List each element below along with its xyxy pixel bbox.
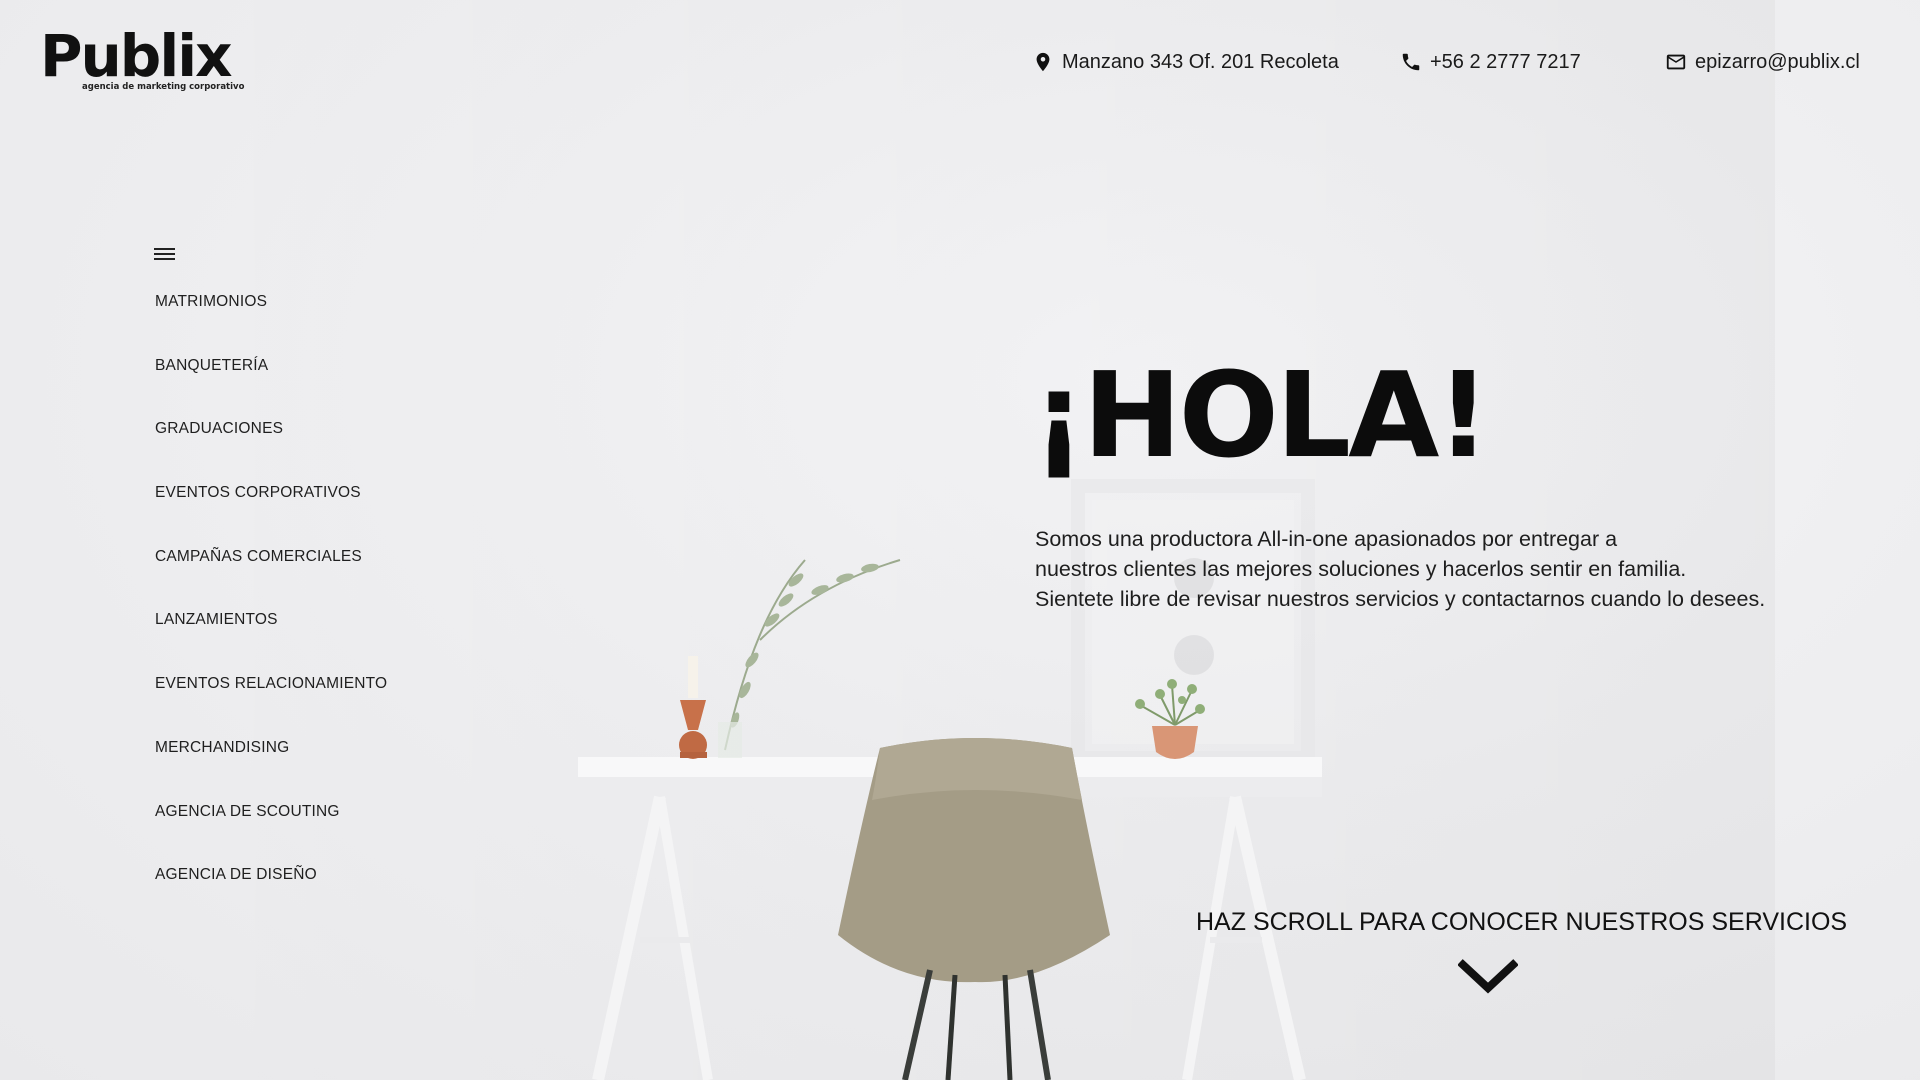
- brand-logo[interactable]: Publix agencia de marketing corporativo: [40, 24, 244, 94]
- header-phone-text[interactable]: +56 2 2777 7217: [1430, 51, 1581, 74]
- menu-item-graduaciones[interactable]: GRADUACIONES: [155, 420, 387, 484]
- chevron-down-icon[interactable]: [1458, 958, 1518, 994]
- candle-holder: [679, 656, 707, 759]
- menu-item-campanas-comerciales[interactable]: CAMPAÑAS COMERCIALES: [155, 548, 387, 612]
- menu-item-merchandising[interactable]: MERCHANDISING: [155, 739, 387, 803]
- menu-item-eventos-relacionamiento[interactable]: EVENTOS RELACIONAMIENTO: [155, 675, 387, 739]
- header-email-text[interactable]: epizarro@publix.cl: [1695, 51, 1860, 74]
- menu-item-lanzamientos[interactable]: LANZAMIENTOS: [155, 611, 387, 675]
- menu-item-agencia-de-diseno[interactable]: AGENCIA DE DISEÑO: [155, 866, 387, 930]
- hero-description-line: nuestros clientes las mejores soluciones…: [1035, 557, 1687, 581]
- header-email[interactable]: epizarro@publix.cl: [1665, 48, 1860, 76]
- hero-description: Somos una productora All-in-one apasiona…: [1035, 524, 1795, 614]
- menu-item-eventos-corporativos[interactable]: EVENTOS CORPORATIVOS: [155, 484, 387, 548]
- brand-logo-wordmark: Publix: [40, 22, 232, 90]
- hamburger-menu-icon[interactable]: [154, 245, 176, 263]
- map-pin-icon: [1036, 52, 1050, 72]
- hero-description-line: Somos una productora All-in-one apasiona…: [1035, 527, 1618, 551]
- menu-item-matrimonios[interactable]: MATRIMONIOS: [155, 293, 387, 357]
- hero-title: ¡HOLA!: [1032, 346, 1490, 484]
- header-phone[interactable]: +56 2 2777 7217: [1400, 48, 1581, 76]
- hero-description-line: Sientete libre de revisar nuestros servi…: [1035, 587, 1766, 611]
- plant-branch: [718, 559, 901, 758]
- header-address-text: Manzano 343 Of. 201 Recoleta: [1062, 50, 1339, 73]
- menu-item-banqueteria[interactable]: BANQUETERÍA: [155, 357, 387, 421]
- phone-icon: [1402, 53, 1420, 71]
- side-navigation: MATRIMONIOS BANQUETERÍA GRADUACIONES EVE…: [155, 293, 387, 930]
- menu-item-agencia-de-scouting[interactable]: AGENCIA DE SCOUTING: [155, 803, 387, 867]
- scroll-cta-label[interactable]: HAZ SCROLL PARA CONOCER NUESTROS SERVICI…: [1196, 908, 1847, 937]
- brand-logo-tagline: agencia de marketing corporativo: [82, 82, 245, 92]
- chair: [838, 738, 1110, 1080]
- mail-icon: [1666, 54, 1686, 70]
- header-address: Manzano 343 Of. 201 Recoleta: [1032, 48, 1339, 76]
